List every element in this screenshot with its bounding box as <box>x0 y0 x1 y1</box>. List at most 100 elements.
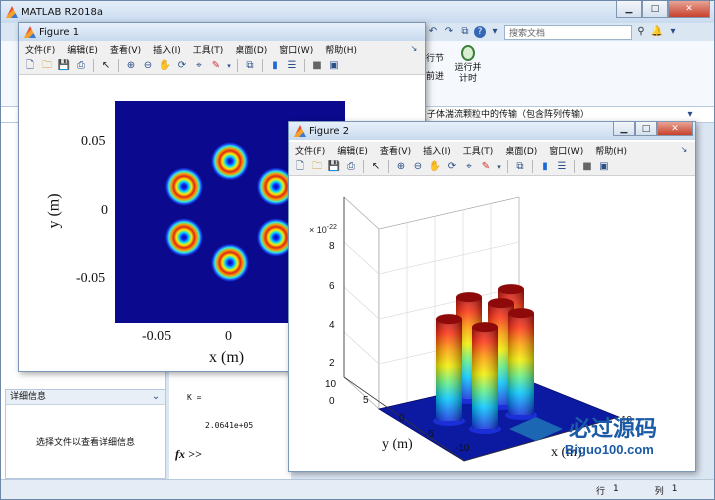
redo-icon[interactable]: ↷ <box>442 25 456 39</box>
data-cursor-icon[interactable]: ⌖ <box>462 160 476 174</box>
run-section-label: 行节 <box>426 54 445 64</box>
zoom-in-icon[interactable]: ⊕ <box>394 160 408 174</box>
zoom-in-icon[interactable]: ⊕ <box>124 59 138 73</box>
details-header-label: 详细信息 <box>10 392 47 402</box>
save-icon[interactable]: 💾 <box>327 160 341 174</box>
f2-ztick-label: 4 <box>329 320 335 331</box>
menubar-dock-icon[interactable]: ↘ <box>407 42 421 56</box>
new-figure-icon[interactable]: 🗋 <box>293 160 307 174</box>
hide-tools-icon[interactable]: ■ <box>580 160 594 174</box>
figure1-logo-icon <box>24 26 36 38</box>
menu-edit[interactable]: 编辑(E) <box>61 43 104 56</box>
toolbar-separator <box>507 160 508 173</box>
menu-insert[interactable]: 插入(I) <box>147 43 187 56</box>
f1-xtick-label: 0 <box>225 329 232 344</box>
copy-icon[interactable]: ⧉ <box>458 25 472 39</box>
pan-icon[interactable]: ✋ <box>158 59 172 73</box>
ribbon-run-section[interactable]: 行节 前进 <box>426 53 444 83</box>
menu-desktop[interactable]: 桌面(D) <box>499 144 543 157</box>
details-collapse-icon[interactable]: ⌄ <box>149 390 163 404</box>
show-tools-icon[interactable]: ▣ <box>327 59 341 73</box>
menubar-dock-icon[interactable]: ↘ <box>677 143 691 157</box>
save-icon[interactable]: 💾 <box>57 59 71 73</box>
show-tools-icon[interactable]: ▣ <box>597 160 611 174</box>
current-folder-path[interactable]: 子体湍流颗粒中的传输（包含阵列传输） <box>427 108 693 122</box>
cmd-prompt: fx >> <box>175 447 202 462</box>
menu-help[interactable]: 帮助(H) <box>589 144 633 157</box>
main-title-bar: MATLAB R2018a ▁ □ ✕ <box>1 1 714 23</box>
zoom-out-icon[interactable]: ⊖ <box>141 59 155 73</box>
graduation-cap-icon <box>509 417 563 441</box>
maximize-button[interactable]: □ <box>642 1 668 18</box>
peak-top <box>456 292 482 303</box>
link-plot-icon[interactable]: ⧉ <box>243 59 257 73</box>
brush-icon[interactable]: ✎ <box>209 59 223 73</box>
surface-peak <box>505 308 537 420</box>
menu-view[interactable]: 查看(V) <box>374 144 417 157</box>
open-icon[interactable]: 🗀 <box>40 59 54 73</box>
search-box[interactable]: 搜索文档 <box>504 24 632 40</box>
zoom-out-icon[interactable]: ⊖ <box>411 160 425 174</box>
print-icon[interactable]: ⎙ <box>74 59 88 73</box>
menu-help[interactable]: 帮助(H) <box>319 43 363 56</box>
toolbar-separator <box>304 59 305 72</box>
close-button[interactable]: ✕ <box>668 1 710 18</box>
help-icon[interactable]: ? <box>474 26 486 38</box>
watermark: 必过源码 Biguo100.com <box>501 409 693 465</box>
menu-edit[interactable]: 编辑(E) <box>331 144 374 157</box>
brush-icon[interactable]: ✎ <box>479 160 493 174</box>
rotate-icon[interactable]: ⟳ <box>175 59 189 73</box>
menu-view[interactable]: 查看(V) <box>104 43 147 56</box>
edit-plot-icon[interactable]: ↖ <box>99 59 113 73</box>
edit-plot-icon[interactable]: ↖ <box>369 160 383 174</box>
menu-desktop[interactable]: 桌面(D) <box>229 43 273 56</box>
menu-window[interactable]: 窗口(W) <box>543 144 589 157</box>
intensity-ring <box>211 243 249 282</box>
f1-ylabel: y (m) <box>45 193 63 229</box>
link-plot-icon[interactable]: ⧉ <box>513 160 527 174</box>
figure1-toolbar: 🗋 🗀 💾 ⎙ ↖ ⊕ ⊖ ✋ ⟳ ⌖ ✎ ▾ ⧉ ▮ ☰ ■ ▣ <box>19 57 425 75</box>
peak-top <box>488 298 514 309</box>
brush-dropdown-icon[interactable]: ▾ <box>226 59 232 73</box>
run-time-button[interactable]: 运行并 计时 <box>453 45 483 85</box>
pan-icon[interactable]: ✋ <box>428 160 442 174</box>
data-cursor-icon[interactable]: ⌖ <box>192 59 206 73</box>
brush-dropdown-icon[interactable]: ▾ <box>496 160 502 174</box>
new-figure-icon[interactable]: 🗋 <box>23 59 37 73</box>
rotate-icon[interactable]: ⟳ <box>445 160 459 174</box>
command-window[interactable]: K = 2.0641e+05 fx >> <box>169 371 291 479</box>
menu-insert[interactable]: 插入(I) <box>417 144 457 157</box>
legend-icon[interactable]: ☰ <box>555 160 569 174</box>
details-header[interactable]: 详细信息 ⌄ <box>6 390 165 405</box>
minimize-button[interactable]: ▁ <box>616 1 642 18</box>
print-icon[interactable]: ⎙ <box>344 160 358 174</box>
figure2-menubar: 文件(F) 编辑(E) 查看(V) 插入(I) 工具(T) 桌面(D) 窗口(W… <box>289 142 695 158</box>
notifications-icon[interactable]: 🔔 <box>650 25 664 39</box>
run-time-label: 运行并 计时 <box>454 63 482 84</box>
undo-icon[interactable]: ↶ <box>426 25 440 39</box>
search-icon[interactable]: ⚲ <box>634 25 648 39</box>
colorbar-icon[interactable]: ▮ <box>268 59 282 73</box>
search-input[interactable]: 搜索文档 <box>509 26 545 39</box>
hide-tools-icon[interactable]: ■ <box>310 59 324 73</box>
f1-ytick-label: 0 <box>101 203 108 218</box>
dropdown-icon[interactable]: ▾ <box>488 25 502 39</box>
menu-file[interactable]: 文件(F) <box>19 43 61 56</box>
menu-tools[interactable]: 工具(T) <box>187 43 230 56</box>
cursor-position: 行 1 列 1 <box>596 484 678 497</box>
legend-icon[interactable]: ☰ <box>285 59 299 73</box>
surface-peak <box>433 314 465 426</box>
f2-minimize-button[interactable]: ▁ <box>613 122 635 136</box>
f2-close-button[interactable]: ✕ <box>657 122 693 136</box>
menu-file[interactable]: 文件(F) <box>289 144 331 157</box>
menu-window[interactable]: 窗口(W) <box>273 43 319 56</box>
peak-top <box>436 314 462 325</box>
open-icon[interactable]: 🗀 <box>310 160 324 174</box>
colorbar-icon[interactable]: ▮ <box>538 160 552 174</box>
f1-ytick-label: 0.05 <box>81 134 106 149</box>
f2-maximize-button[interactable]: □ <box>635 122 657 136</box>
ribbon-collapse-icon[interactable]: ▾ <box>666 25 680 39</box>
f2-ytick-label: 5 <box>363 395 369 406</box>
path-dropdown-icon[interactable]: ▾ <box>683 108 697 122</box>
menu-tools[interactable]: 工具(T) <box>457 144 500 157</box>
